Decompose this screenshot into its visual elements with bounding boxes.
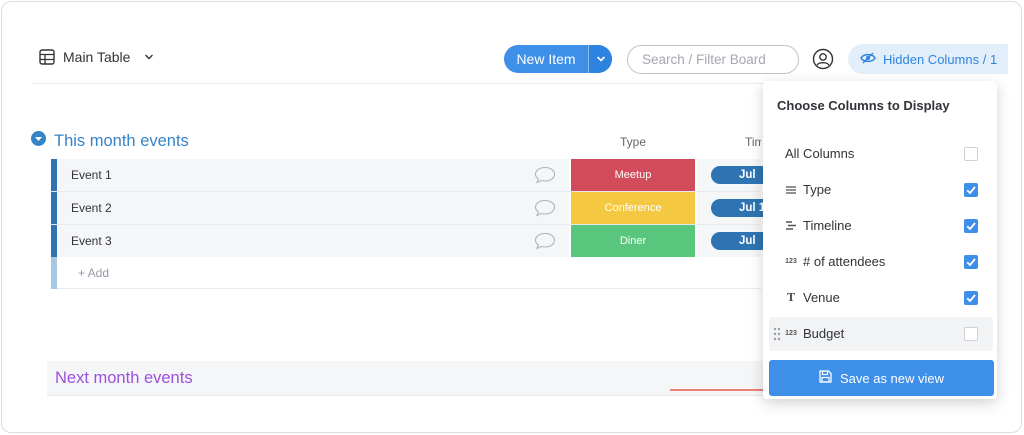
column-header-type[interactable]: Type bbox=[620, 135, 646, 149]
checkmark-icon bbox=[966, 222, 976, 231]
timeline-cell[interactable]: Jul 1 bbox=[697, 192, 771, 224]
annotation-arrow-icon bbox=[670, 380, 770, 398]
timeline-pill: Jul bbox=[711, 166, 771, 184]
checkbox-venue[interactable] bbox=[964, 291, 978, 305]
group-title[interactable]: Next month events bbox=[55, 369, 193, 388]
app-frame: Main Table New Item Hidden Columns / 1 bbox=[1, 1, 1022, 433]
timeline-pill: Jul bbox=[711, 232, 771, 250]
table-icon bbox=[39, 49, 55, 65]
choose-columns-popover: Choose Columns to Display All Columns Ty… bbox=[763, 81, 997, 399]
hidden-columns-label: Hidden Columns / 1 bbox=[883, 51, 998, 67]
table-row: Event 3 Diner Jul bbox=[51, 225, 771, 257]
column-option-attendees[interactable]: 123 # of attendees bbox=[769, 245, 993, 279]
popover-title: Choose Columns to Display bbox=[777, 98, 950, 113]
new-item-button[interactable]: New Item bbox=[504, 45, 588, 73]
save-as-new-view-button[interactable]: Save as new view bbox=[769, 360, 994, 396]
table-row: Event 2 Conference Jul 1 bbox=[51, 192, 771, 224]
hidden-columns-button[interactable]: Hidden Columns / 1 bbox=[848, 44, 1008, 74]
checkmark-icon bbox=[966, 186, 976, 195]
search-input[interactable] bbox=[627, 45, 799, 74]
checkmark-icon bbox=[966, 294, 976, 303]
column-option-type[interactable]: Type bbox=[769, 173, 993, 207]
chevron-down-icon bbox=[144, 52, 154, 62]
option-label: Venue bbox=[803, 290, 840, 305]
new-item-split-button: New Item bbox=[504, 45, 612, 73]
row-name-cell[interactable]: Event 3 bbox=[57, 225, 569, 257]
column-header-timeline[interactable]: Timeline bbox=[745, 135, 761, 149]
numbers-icon: 123 bbox=[785, 330, 797, 337]
option-label: # of attendees bbox=[803, 254, 886, 269]
group-header-this-month: This month events bbox=[31, 131, 189, 151]
checkmark-icon bbox=[966, 258, 976, 267]
group-header-next-month: Next month events bbox=[47, 361, 767, 396]
timeline-icon bbox=[785, 221, 797, 230]
column-option-venue[interactable]: T Venue bbox=[769, 281, 993, 315]
option-label: All Columns bbox=[785, 146, 855, 161]
option-label: Type bbox=[803, 182, 832, 197]
comment-icon[interactable] bbox=[534, 166, 556, 189]
option-label: Budget bbox=[803, 326, 845, 341]
type-status-cell[interactable]: Conference bbox=[571, 192, 695, 224]
option-label: Timeline bbox=[803, 218, 852, 233]
numbers-icon: 123 bbox=[785, 258, 797, 265]
view-label: Main Table bbox=[63, 49, 131, 65]
board-toolbar: Main Table New Item Hidden Columns / 1 bbox=[32, 40, 1008, 84]
checkbox-timeline[interactable] bbox=[964, 219, 978, 233]
row-name-cell[interactable]: Event 1 bbox=[57, 159, 569, 191]
collapse-group-icon[interactable] bbox=[31, 131, 46, 151]
column-option-timeline[interactable]: Timeline bbox=[769, 209, 993, 243]
checkbox-all-columns[interactable] bbox=[964, 147, 978, 161]
comment-icon[interactable] bbox=[534, 199, 556, 222]
type-status-cell[interactable]: Diner bbox=[571, 225, 695, 257]
person-filter-icon[interactable] bbox=[812, 48, 834, 75]
save-icon bbox=[819, 370, 832, 386]
new-item-dropdown-button[interactable] bbox=[588, 45, 612, 73]
comment-icon[interactable] bbox=[534, 232, 556, 255]
table-row: Event 1 Meetup Jul bbox=[51, 159, 771, 191]
checkbox-type[interactable] bbox=[964, 183, 978, 197]
text-icon: T bbox=[786, 291, 796, 304]
add-item-row: + Add bbox=[51, 257, 761, 289]
group-title[interactable]: This month events bbox=[54, 132, 189, 151]
row-name-cell[interactable]: Event 2 bbox=[57, 192, 569, 224]
status-lines-icon bbox=[785, 185, 797, 194]
row-color-bar bbox=[51, 257, 57, 289]
add-item-button[interactable]: + Add bbox=[78, 266, 109, 280]
eye-slash-icon bbox=[860, 52, 876, 67]
timeline-pill: Jul 1 bbox=[711, 199, 771, 217]
drag-handle-icon[interactable] bbox=[773, 327, 781, 346]
view-selector[interactable]: Main Table bbox=[39, 49, 154, 65]
checkbox-budget[interactable] bbox=[964, 327, 978, 341]
chevron-down-icon bbox=[596, 56, 605, 62]
checkbox-attendees[interactable] bbox=[964, 255, 978, 269]
timeline-cell[interactable]: Jul bbox=[697, 159, 771, 191]
column-option-budget[interactable]: 123 Budget bbox=[769, 317, 993, 351]
column-option-all[interactable]: All Columns bbox=[769, 137, 993, 171]
timeline-cell[interactable]: Jul bbox=[697, 225, 771, 257]
save-label: Save as new view bbox=[839, 370, 945, 386]
type-status-cell[interactable]: Meetup bbox=[571, 159, 695, 191]
